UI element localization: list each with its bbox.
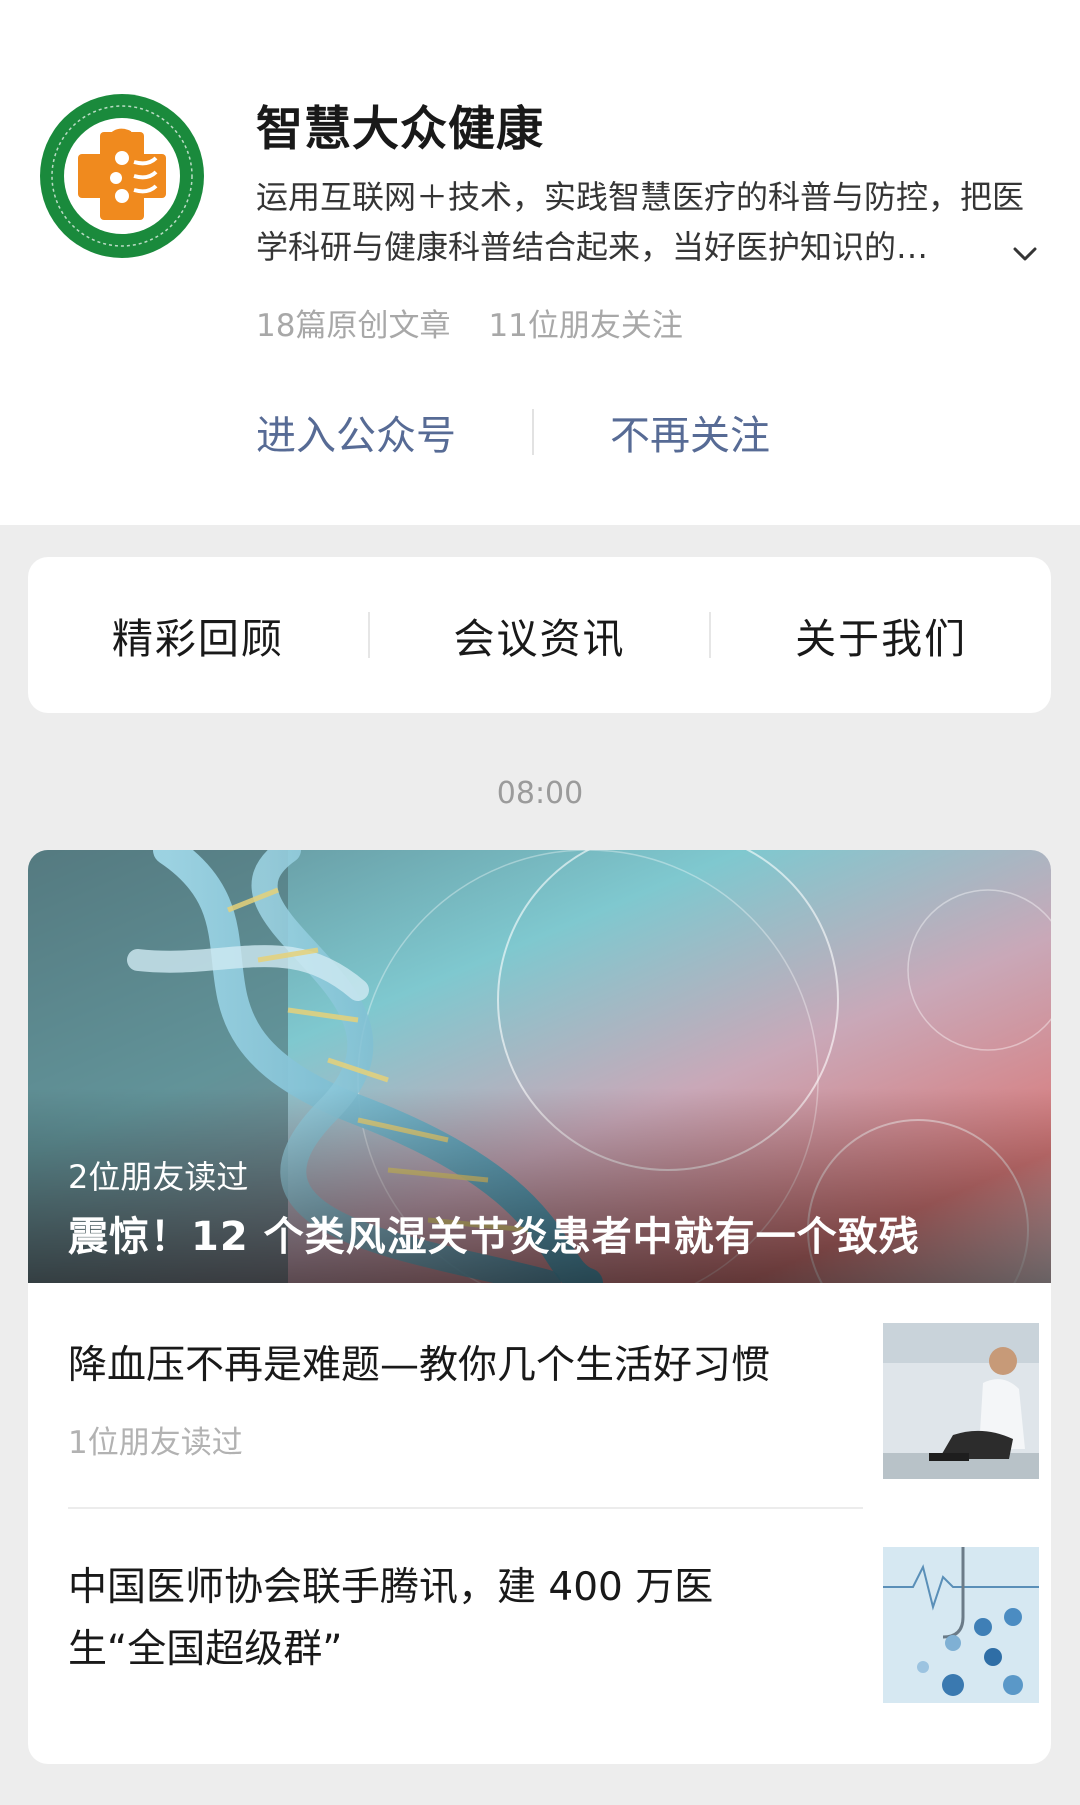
menu-item-about-us[interactable]: 关于我们 [711,605,1051,665]
article-message-card: 2位朋友读过 震惊！12 个类风湿关节炎患者中就有一个致残 降血压不再是难题—教… [28,850,1051,1764]
unfollow-button[interactable]: 不再关注 [610,403,770,461]
enter-account-button[interactable]: 进入公众号 [256,403,456,461]
original-articles-count: 18篇原创文章 [256,308,451,344]
friends-following-count: 11位朋友关注 [488,308,683,344]
account-menu: 精彩回顾 会议资讯 关于我们 [28,557,1051,713]
cover-article-title: 震惊！12 个类风湿关节炎患者中就有一个致残 [68,1214,920,1260]
cover-friends-read: 2位朋友读过 [68,1158,249,1196]
action-divider [532,409,534,455]
account-actions: 进入公众号 不再关注 [256,402,770,462]
account-stats: 18篇原创文章 11位朋友关注 [256,300,683,345]
menu-item-highlights[interactable]: 精彩回顾 [28,605,368,665]
article-thumbnail [883,1547,1039,1703]
article-item[interactable]: 降血压不再是难题—教你几个生活好习惯 1位朋友读过 [68,1323,1043,1493]
account-description: 运用互联网＋技术，实践智慧医疗的科普与防控，把医学科研与健康科普结合起来，当好医… [256,178,1025,266]
article-thumbnail [883,1323,1039,1479]
account-name: 智慧大众健康 [256,102,544,157]
article-title: 中国医师协会联手腾讯，建 400 万医生“全国超级群” [68,1565,714,1672]
account-profile: 智慧大众健康 运用互联网＋技术，实践智慧医疗的科普与防控，把医学科研与健康科普结… [0,0,1080,525]
cover-article[interactable]: 2位朋友读过 震惊！12 个类风湿关节炎患者中就有一个致残 [28,850,1051,1283]
account-logo[interactable] [38,92,206,260]
article-item[interactable]: 中国医师协会联手腾讯，建 400 万医生“全国超级群” [68,1547,1043,1717]
message-timestamp: 08:00 [496,776,584,811]
article-title: 降血压不再是难题—教你几个生活好习惯 [68,1343,771,1388]
chevron-down-icon[interactable] [1007,237,1043,273]
menu-item-conference-news[interactable]: 会议资讯 [370,605,710,665]
article-friends-read: 1位朋友读过 [68,1425,243,1461]
article-divider [68,1507,863,1509]
